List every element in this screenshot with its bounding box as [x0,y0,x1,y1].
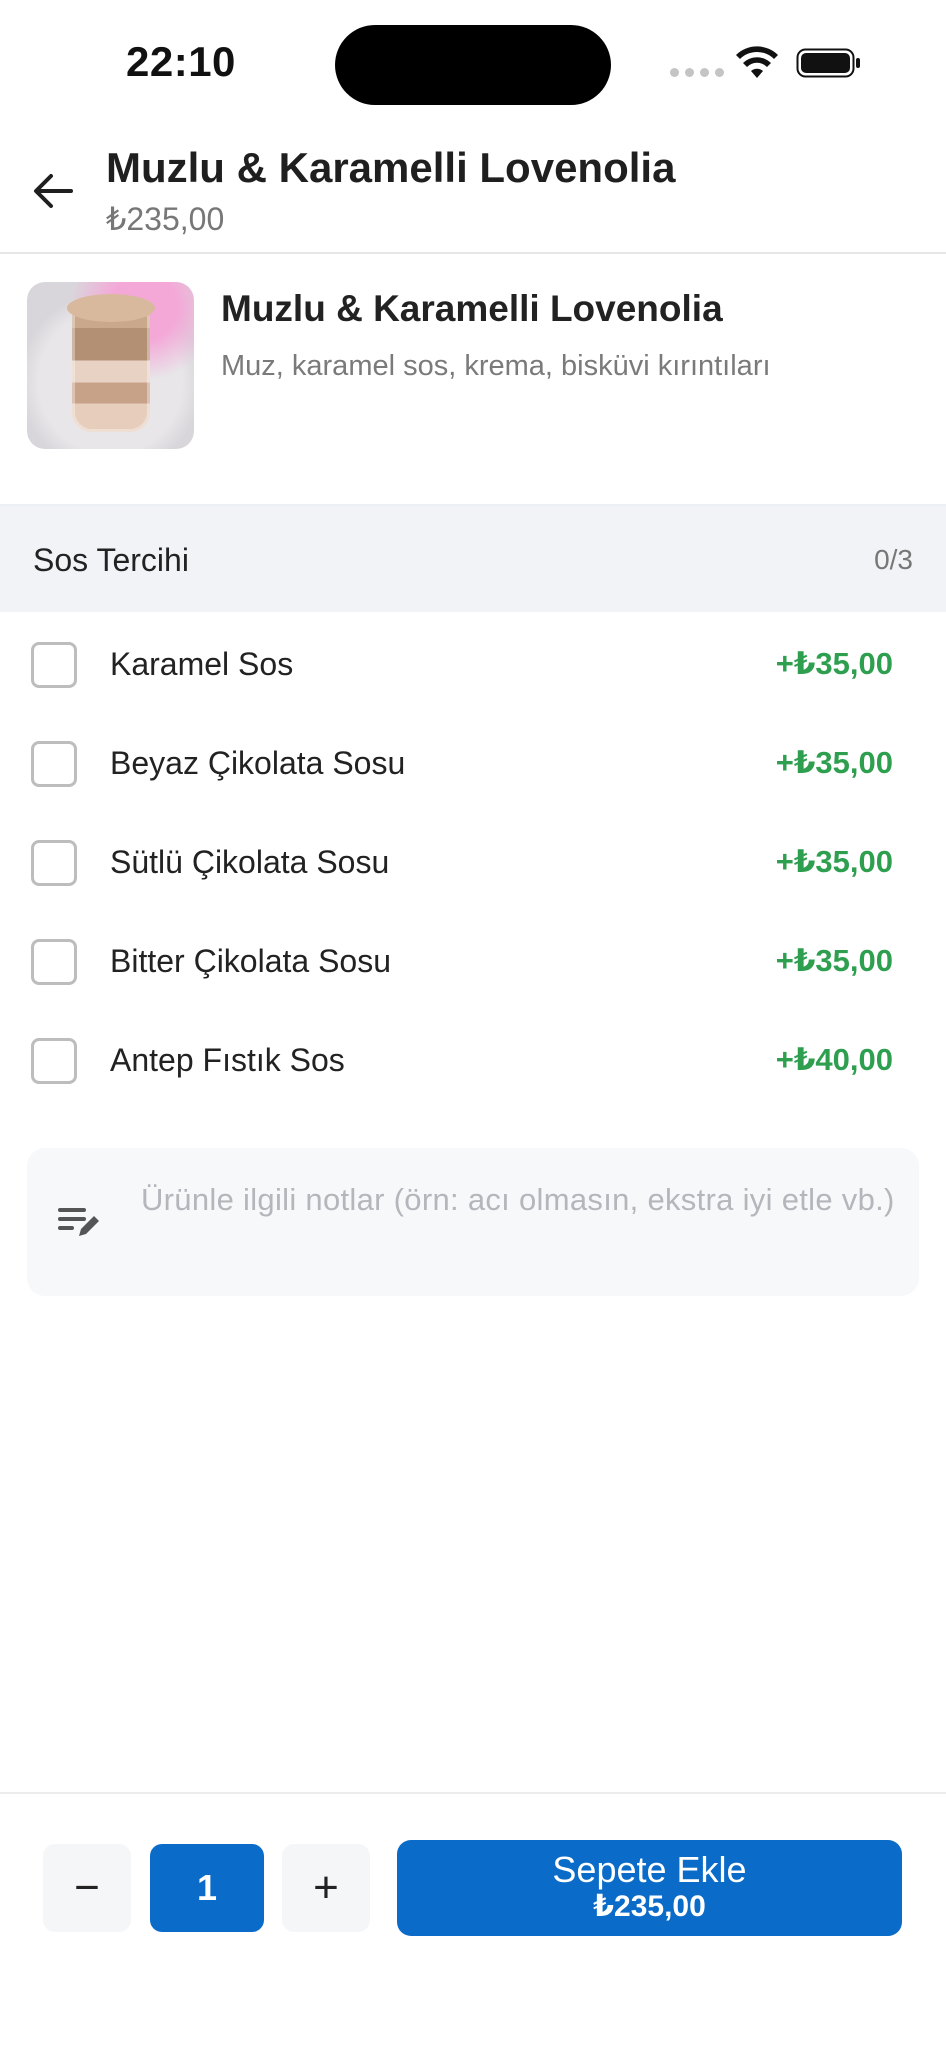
option-antep-fistik-sos[interactable]: Antep Fıstık Sos +₺40,00 [0,1010,946,1109]
product-image [27,282,194,449]
back-button[interactable] [28,166,78,216]
notes-placeholder: Ürünle ilgili notlar (örn: acı olmasın, … [141,1182,895,1217]
selection-count: 0/3 [874,544,913,575]
header-price: ₺235,00 [106,201,225,237]
product-card: Muzlu & Karamelli Lovenolia Muz, karamel… [0,254,946,506]
option-checkbox[interactable] [31,1038,77,1084]
page-title: Muzlu & Karamelli Lovenolia [106,144,676,191]
sauce-options-list: Karamel Sos +₺35,00 Beyaz Çikolata Sosu … [0,614,946,1109]
option-label: Sütlü Çikolata Sosu [110,844,390,880]
jar-top-shape [67,294,155,322]
option-checkbox[interactable] [31,840,77,886]
app-header: Muzlu & Karamelli Lovenolia ₺235,00 [0,120,946,254]
arrow-left-icon [34,174,73,208]
product-description: Muz, karamel sos, krema, bisküvi kırıntı… [221,350,771,382]
option-checkbox[interactable] [31,939,77,985]
product-notes-field[interactable]: Ürünle ilgili notlar (örn: acı olmasın, … [27,1148,919,1296]
decrement-quantity-button[interactable]: − [43,1844,131,1932]
option-label: Karamel Sos [110,646,294,682]
status-time: 22:10 [126,38,236,85]
option-sutlu-cikolata-sosu[interactable]: Sütlü Çikolata Sosu +₺35,00 [0,812,946,911]
wifi-icon [736,46,778,78]
option-price: +₺35,00 [775,646,893,681]
add-to-cart-price: ₺235,00 [593,1890,706,1923]
product-name: Muzlu & Karamelli Lovenolia [221,288,723,329]
edit-note-icon [58,1208,99,1236]
add-to-cart-button[interactable]: Sepete Ekle ₺235,00 [397,1840,902,1936]
option-bitter-cikolata-sosu[interactable]: Bitter Çikolata Sosu +₺35,00 [0,911,946,1010]
option-checkbox[interactable] [31,741,77,787]
bottom-action-bar: − 1 + Sepete Ekle ₺235,00 [0,1792,946,2048]
add-to-cart-label: Sepete Ekle [552,1849,747,1890]
option-label: Bitter Çikolata Sosu [110,943,392,979]
option-price: +₺35,00 [775,943,893,978]
dynamic-island [335,25,611,105]
option-label: Antep Fıstık Sos [110,1042,345,1078]
option-price: +₺40,00 [775,1042,893,1077]
option-checkbox[interactable] [31,642,77,688]
option-label: Beyaz Çikolata Sosu [110,745,406,781]
option-karamel-sos[interactable]: Karamel Sos +₺35,00 [0,614,946,713]
option-beyaz-cikolata-sosu[interactable]: Beyaz Çikolata Sosu +₺35,00 [0,713,946,812]
cellular-signal-icon [670,68,724,77]
sauce-section-header: Sos Tercihi 0/3 [0,506,946,612]
section-title: Sos Tercihi [33,542,189,578]
increment-quantity-button[interactable]: + [282,1844,370,1932]
status-bar: 22:10 [0,0,946,120]
battery-icon [796,48,860,78]
quantity-value: 1 [150,1844,264,1932]
option-price: +₺35,00 [775,844,893,879]
option-price: +₺35,00 [775,745,893,780]
